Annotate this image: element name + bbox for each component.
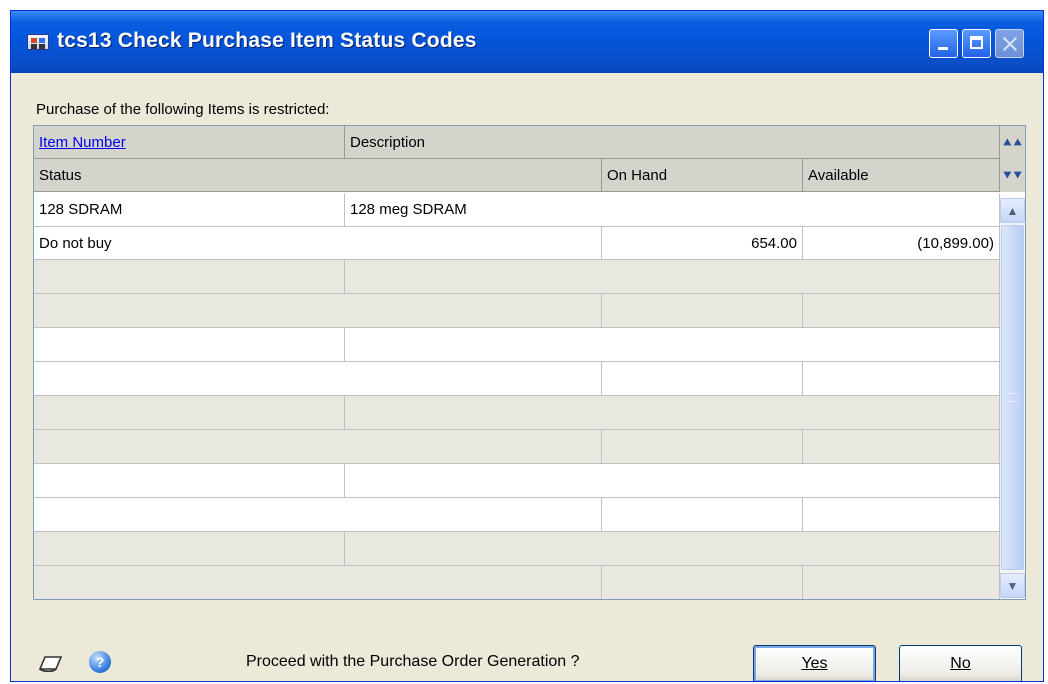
- empty-cell-item-number[interactable]: [34, 396, 345, 430]
- empty-cell-available[interactable]: [803, 498, 1000, 532]
- window-title: tcs13 Check Purchase Item Status Codes: [57, 29, 477, 52]
- column-header-item-number[interactable]: Item Number: [34, 126, 345, 159]
- empty-cell-status[interactable]: [34, 430, 602, 464]
- empty-cell-item-number[interactable]: [34, 260, 345, 294]
- close-button[interactable]: [995, 29, 1024, 58]
- cell-available[interactable]: (10,899.00): [803, 227, 1000, 260]
- column-header-description[interactable]: Description: [345, 126, 1000, 159]
- scroll-down-icon[interactable]: ▼: [1000, 573, 1025, 598]
- scroll-up-icon[interactable]: ▲: [1000, 198, 1025, 223]
- empty-cell-on-hand[interactable]: [602, 362, 803, 396]
- empty-cell-on-hand[interactable]: [602, 294, 803, 328]
- collapse-rows-icon[interactable]: ⯅⯅: [1000, 126, 1025, 159]
- no-button[interactable]: No: [899, 645, 1022, 681]
- empty-cell-available[interactable]: [803, 362, 1000, 396]
- expand-rows-icon[interactable]: ⯆⯆: [1000, 159, 1025, 192]
- empty-cell-status[interactable]: [34, 566, 602, 599]
- empty-cell-available[interactable]: [803, 430, 1000, 464]
- item-number-header-link[interactable]: Item Number: [39, 134, 126, 151]
- empty-cell-description[interactable]: [345, 396, 1000, 430]
- yes-button[interactable]: Yes: [753, 645, 876, 681]
- note-icon[interactable]: [37, 653, 63, 673]
- cell-on-hand[interactable]: 654.00: [602, 227, 803, 260]
- empty-cell-status[interactable]: [34, 362, 602, 396]
- empty-cell-status[interactable]: [34, 498, 602, 532]
- item-status-grid[interactable]: Item Number Description ⯅⯅ Status On Han…: [33, 125, 1026, 600]
- empty-cell-description[interactable]: [345, 260, 1000, 294]
- empty-cell-on-hand[interactable]: [602, 498, 803, 532]
- intro-label: Purchase of the following Items is restr…: [36, 101, 330, 118]
- column-header-status[interactable]: Status: [34, 159, 602, 192]
- app-window-icon: [27, 34, 49, 50]
- dialog-window: tcs13 Check Purchase Item Status Codes P…: [10, 10, 1044, 682]
- empty-cell-description[interactable]: [345, 464, 1000, 498]
- minimize-button[interactable]: [929, 29, 958, 58]
- vertical-scrollbar[interactable]: ▲ ▼: [1000, 198, 1025, 599]
- no-button-label: No: [950, 655, 971, 672]
- empty-cell-item-number[interactable]: [34, 328, 345, 362]
- empty-cell-on-hand[interactable]: [602, 566, 803, 599]
- yes-button-label: Yes: [801, 655, 828, 672]
- cell-item-number[interactable]: 128 SDRAM: [34, 193, 345, 227]
- cell-description[interactable]: 128 meg SDRAM: [345, 193, 1000, 227]
- column-header-available[interactable]: Available: [803, 159, 1000, 192]
- empty-cell-available[interactable]: [803, 566, 1000, 599]
- help-icon[interactable]: ?: [89, 651, 111, 673]
- empty-cell-description[interactable]: [345, 532, 1000, 566]
- empty-cell-item-number[interactable]: [34, 532, 345, 566]
- column-header-on-hand[interactable]: On Hand: [602, 159, 803, 192]
- title-bar[interactable]: tcs13 Check Purchase Item Status Codes: [11, 11, 1043, 73]
- scroll-thumb[interactable]: [1001, 225, 1024, 570]
- maximize-button[interactable]: [962, 29, 991, 58]
- empty-cell-on-hand[interactable]: [602, 430, 803, 464]
- empty-cell-item-number[interactable]: [34, 464, 345, 498]
- empty-cell-available[interactable]: [803, 294, 1000, 328]
- empty-cell-description[interactable]: [345, 328, 1000, 362]
- empty-cell-status[interactable]: [34, 294, 602, 328]
- cell-status[interactable]: Do not buy: [34, 227, 602, 260]
- proceed-prompt: Proceed with the Purchase Order Generati…: [246, 653, 580, 670]
